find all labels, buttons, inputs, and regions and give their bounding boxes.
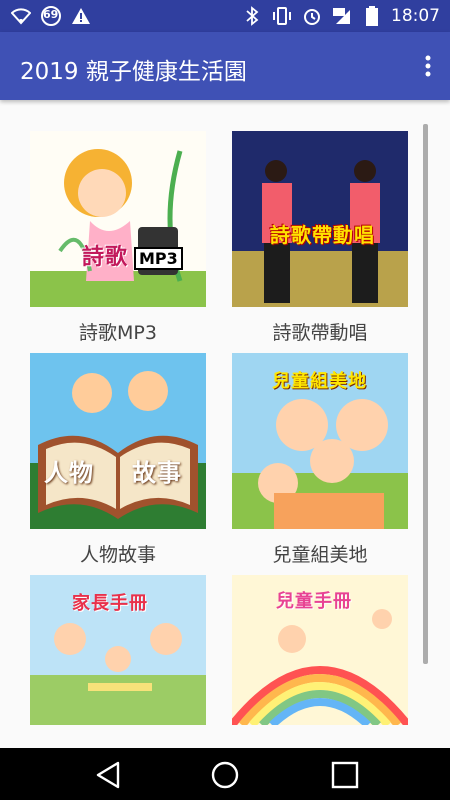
parent-handbook-image: 家長手冊 (30, 575, 206, 725)
tile-label: 詩歌帶動唱 (272, 322, 368, 344)
tile-overlay-text: 詩歌帶動唱 (270, 223, 375, 247)
scrollbar[interactable] (423, 124, 428, 664)
tile-overlay-text: 詩歌 (82, 245, 129, 270)
recents-icon[interactable] (330, 760, 360, 790)
character-stories-image: 人物 故事 (30, 353, 206, 529)
tile-overlay-text: 家長手冊 (72, 593, 148, 614)
warning-icon (70, 5, 92, 27)
mp3-badge: MP3 (134, 247, 183, 270)
tile-poetry-action-songs[interactable]: 詩歌帶動唱 詩歌帶動唱 (232, 131, 408, 345)
app-title: 2019 親子健康生活園 (20, 59, 247, 85)
overflow-menu-icon[interactable] (420, 51, 436, 81)
tile-kids-garden[interactable]: 兒童組美地 兒童組美地 (232, 353, 408, 567)
home-icon[interactable] (210, 760, 240, 790)
wifi-icon (10, 5, 32, 27)
back-icon[interactable] (94, 760, 124, 790)
tile-overlay-text-right: 故事 (132, 459, 182, 487)
clock-time: 18:07 (391, 6, 440, 26)
tile-character-stories[interactable]: 人物 故事 人物故事 (30, 353, 206, 567)
tile-label: 兒童組美地 (272, 544, 368, 566)
tile-label: 詩歌MP3 (79, 322, 157, 344)
battery-icon (361, 5, 383, 27)
tile-overlay-text: 兒童手冊 (276, 591, 352, 612)
status-bar: 69 18:07 (0, 0, 450, 32)
battery-level-text: 69 (43, 8, 59, 21)
tile-overlay-text-left: 人物 (44, 459, 94, 487)
poetry-mp3-image: 詩歌 MP3 (30, 131, 206, 307)
tile-kids-handbook[interactable]: 兒童手冊 (232, 575, 408, 736)
vibrate-icon (271, 5, 293, 27)
tile-label: 人物故事 (79, 544, 156, 566)
tile-overlay-text: 兒童組美地 (272, 371, 367, 392)
bluetooth-icon (241, 5, 263, 27)
tile-poetry-mp3[interactable]: 詩歌 MP3 詩歌MP3 (30, 131, 206, 345)
content-area: 詩歌 MP3 詩歌MP3 詩歌帶動唱 詩歌帶動唱 人物 故事 人物故事 兒童組美… (0, 100, 450, 748)
kids-garden-image: 兒童組美地 (232, 353, 408, 529)
app-bar: 2019 親子健康生活園 (0, 32, 450, 100)
tile-parent-handbook[interactable]: 家長手冊 (30, 575, 206, 736)
signal-4g-icon (331, 5, 353, 27)
alarm-icon (301, 5, 323, 27)
poetry-action-songs-image: 詩歌帶動唱 (232, 131, 408, 307)
navigation-bar (0, 748, 450, 800)
kids-handbook-image: 兒童手冊 (232, 575, 408, 725)
